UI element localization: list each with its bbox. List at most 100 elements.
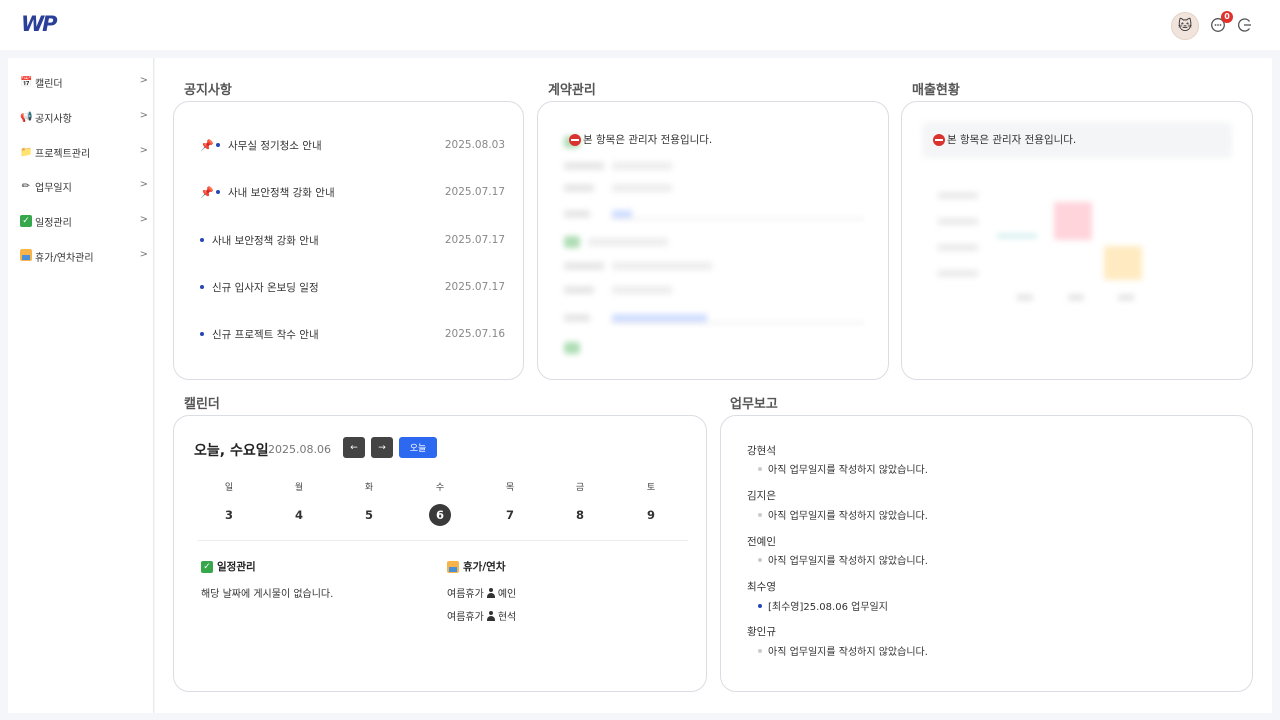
report-user-name: 김지은 [747,490,776,502]
vacation-name: 예인 [497,589,517,600]
notice-title: 공지사항 [184,83,232,98]
bullet-icon [758,603,762,608]
chevron-right-icon: > [139,110,148,121]
report-user-name: 강현석 [747,445,776,457]
report-entry-link[interactable]: [최수영]25.08.06 업무일지 [758,598,888,613]
report-entry-text: 아직 업무일지를 작성하지 않았습니다. [768,647,928,658]
no-entry-icon [569,133,581,146]
folder-icon: 📁 [20,146,33,158]
list-item[interactable]: 신규 입사자 온보딩 일정 2025.07.17 [200,278,505,296]
list-item[interactable]: 📌 사내 보안정책 강화 안내 2025.07.17 [200,183,505,201]
sidebar-item-calendar[interactable]: 📅 캘린더 > [20,72,148,92]
sidebar-item-notice[interactable]: 📢 공지사항 > [20,107,148,127]
day-cell[interactable]: 9 [640,504,662,526]
sidebar-item-label: 일정관리 [35,217,72,229]
notice-item-title[interactable]: 신규 프로젝트 착수 안내 [212,327,319,342]
bullet-icon [758,557,762,562]
day-cell[interactable]: 7 [499,504,521,526]
report-entry-text: 아직 업무일지를 작성하지 않았습니다. [768,465,928,476]
admin-only-text: 본 항목은 관리자 전용입니다. [583,134,713,146]
bullet-icon [200,238,204,242]
list-item[interactable]: 📌 사무실 정기청소 안내 2025.08.03 [200,136,505,154]
calendar-title: 캘린더 [184,397,220,412]
chevron-right-icon: > [139,214,148,225]
day-cell[interactable]: 3 [218,504,240,526]
sidebar: 📅 캘린더 > 📢 공지사항 > 📁 프로젝트관리 > ✏ 업무일지 > ✓ 일… [8,58,154,713]
day-cell[interactable]: 5 [358,504,380,526]
list-item[interactable]: 신규 프로젝트 착수 안내 2025.07.16 [200,325,505,343]
sidebar-item-vacation[interactable]: 휴가/연차관리 > [20,246,148,266]
pencil-icon: ✏ [21,180,31,192]
notice-item-title[interactable]: 사내 보안정책 강화 안내 [212,233,319,248]
notice-item-title[interactable]: 신규 입사자 온보딩 일정 [212,280,319,295]
notification-badge: 0 [1221,11,1233,23]
bullet-icon [200,285,204,289]
bullet-icon [758,648,762,653]
report-entry: 아직 업무일지를 작성하지 않았습니다. [758,643,928,658]
sidebar-item-label: 휴가/연차관리 [35,252,94,264]
pin-icon: 📌 [200,185,214,199]
notice-item-date: 2025.07.17 [444,234,505,246]
report-user-name: 전예인 [747,536,776,548]
report-entry: 아직 업무일지를 작성하지 않았습니다. [758,461,928,476]
bullet-icon [200,332,204,336]
report-user-name: 황인규 [747,626,776,638]
notice-item-date: 2025.07.17 [444,281,505,293]
user-avatar[interactable]: 🐱 [1171,12,1199,40]
notice-item-date: 2025.08.03 [444,139,505,151]
today-button[interactable]: 오늘 [399,437,437,458]
chevron-right-icon: > [139,179,148,190]
notice-item-title[interactable]: 사내 보안정책 강화 안내 [228,185,335,200]
next-week-button[interactable]: → [371,437,393,458]
weekday-label: 월 [294,483,304,493]
notice-item-date: 2025.07.17 [444,186,505,198]
notice-item-date: 2025.07.16 [444,328,505,340]
main-content: 공지사항 📌 사무실 정기청소 안내 2025.08.03 📌 사내 보안정책 … [155,58,1272,713]
calendar-icon: 📅 [20,76,33,88]
weekday-label: 수 [435,483,445,493]
chevron-right-icon: > [139,145,148,156]
day-cell-selected[interactable]: 6 [429,504,451,526]
list-item[interactable]: 사내 보안정책 강화 안내 2025.07.17 [200,231,505,249]
vacation-heading-text: 휴가/연차 [463,561,506,573]
report-user-name: 최수영 [747,581,776,593]
report-entry-text[interactable]: [최수영]25.08.06 업무일지 [768,598,888,613]
admin-only-text: 본 항목은 관리자 전용입니다. [947,134,1077,146]
sidebar-item-project[interactable]: 📁 프로젝트관리 > [20,142,148,162]
vacation-item[interactable]: 여름휴가 예인 [447,585,516,600]
top-header: WP 🐱 0 [0,0,1280,50]
schedule-heading: ✓ 일정관리 [201,559,256,574]
today-label: 오늘, 수요일 [194,443,269,459]
weekday-label: 토 [646,483,656,493]
logout-icon[interactable] [1237,17,1253,33]
sidebar-item-worklog[interactable]: ✏ 업무일지 > [20,176,148,196]
notice-item-title[interactable]: 사무실 정기청소 안내 [228,138,322,153]
bullet-icon [758,512,762,517]
vacation-heading: 휴가/연차 [447,559,505,574]
sidebar-item-schedule[interactable]: ✓ 일정관리 > [20,211,148,231]
current-date: 2025.08.06 [268,443,331,456]
bullet-icon [216,190,220,194]
prev-week-button[interactable]: ← [343,437,365,458]
weekday-label: 목 [505,483,515,493]
report-entry: 아직 업무일지를 작성하지 않았습니다. [758,507,928,522]
vacation-type: 여름휴가 [447,612,484,623]
vacation-item[interactable]: 여름휴가 현석 [447,608,516,623]
app-logo[interactable]: WP [21,12,58,36]
report-card: 강현석 아직 업무일지를 작성하지 않았습니다. 김지은 아직 업무일지를 작성… [720,415,1253,692]
day-cell[interactable]: 4 [288,504,310,526]
sidebar-item-label: 공지사항 [35,113,72,125]
blurred-content [564,136,864,366]
chevron-right-icon: > [139,249,148,260]
weekday-label: 금 [575,483,585,493]
no-entry-icon [933,133,945,146]
bullet-icon [216,143,220,147]
day-cell[interactable]: 8 [569,504,591,526]
schedule-heading-text: 일정관리 [217,561,256,573]
blurred-content [922,122,1232,312]
vacation-name: 현석 [497,612,517,623]
sales-card: 본 항목은 관리자 전용입니다. [901,101,1253,380]
calendar-card: 오늘, 수요일 2025.08.06 ← → 오늘 일 월 화 수 목 금 토 … [173,415,707,692]
admin-only-notice: 본 항목은 관리자 전용입니다. [933,132,1076,147]
schedule-empty-text: 해당 날짜에 게시물이 없습니다. [201,589,334,600]
